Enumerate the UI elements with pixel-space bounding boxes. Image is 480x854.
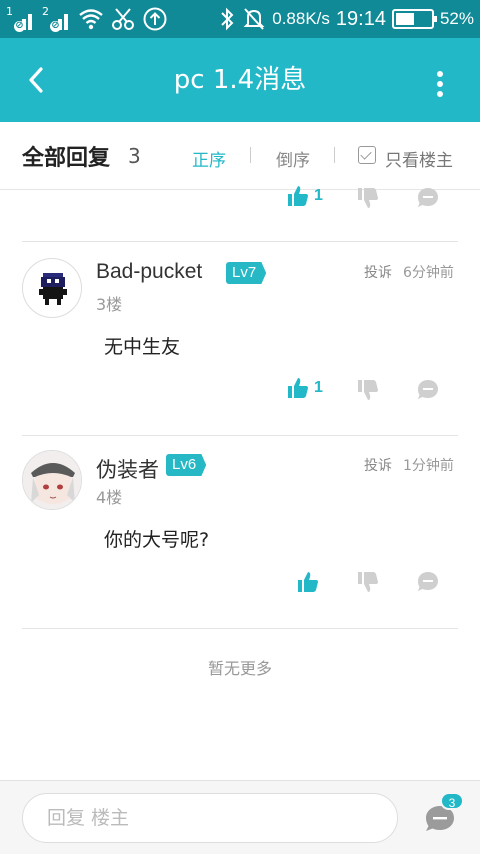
status-left-icons: 1 ⊘ 2 ⊘ [6,4,168,34]
comment-reactions: 1 [286,376,323,400]
page-title: pc 1.4消息 [173,65,307,95]
like-button[interactable]: 1 [286,376,323,400]
previous-comment-reactions: 1 [286,184,323,208]
chevron-left-icon [29,67,43,93]
thumbs-down-icon[interactable] [356,186,380,210]
thumbs-up-icon[interactable] [296,570,320,594]
comment-bubble-icon[interactable] [416,570,440,594]
bluetooth-icon [221,7,234,31]
all-replies-title: 全部回复 [22,146,111,171]
comment-bubble-icon[interactable] [416,186,440,210]
report-link[interactable]: 投诉 [364,455,392,475]
sim1-label: 1 [6,5,13,18]
comment-bubble-icon[interactable] [416,378,440,402]
status-right-icons: 0.88K/s 19:14 52% [218,4,474,34]
like-count: 1 [314,379,323,396]
avatar[interactable] [22,450,82,510]
battery-percent: 52% [439,9,474,28]
sim1-signal-icon: 1 ⊘ [6,6,36,32]
battery-icon [391,9,437,29]
thumbs-up-icon [288,378,308,398]
owner-only-label[interactable]: 只看楼主 [385,146,453,171]
thumbs-up-icon [288,186,308,206]
upload-circle-icon [143,7,167,31]
mute-bell-icon [243,8,265,30]
reply-count: 3 [128,144,141,168]
comment-text: 你的大号呢? [104,529,210,551]
like-count: 1 [314,187,323,204]
comment-divider [22,435,458,436]
divider [334,147,335,163]
floor-number: 4楼 [96,488,123,507]
scissors-icon [112,8,134,30]
status-bar: 1 ⊘ 2 ⊘ 0.88K/s 19:14 52% [0,0,480,38]
username[interactable]: 伪装者 [96,454,159,484]
sort-bar: 全部回复 3 正序 倒序 只看楼主 [0,122,480,190]
avatar[interactable] [22,258,82,318]
like-button[interactable]: 1 [286,184,323,208]
reply-bar: 回复 楼主 [0,780,480,854]
owner-only-checkbox[interactable] [358,146,376,164]
app-bar: pc 1.4消息 [0,38,480,122]
comment-divider [22,628,458,629]
pixel-character-avatar [39,273,67,305]
timestamp: 1分钟前 [403,458,454,474]
username[interactable]: Bad-pucket [96,260,202,284]
sort-descending-tab[interactable]: 倒序 [276,146,310,171]
thumbs-down-icon[interactable] [356,570,380,594]
thumbs-down-icon[interactable] [356,378,380,402]
comment-text: 无中生友 [104,336,181,358]
divider [250,147,251,163]
network-speed: 0.88K/s [272,9,330,28]
wifi-icon [79,9,103,30]
clock: 19:14 [335,7,386,30]
timestamp: 6分钟前 [403,265,454,281]
more-vertical-icon [437,71,443,97]
more-options-button[interactable] [422,66,458,102]
sim2-label: 2 [42,5,49,18]
back-button[interactable] [18,62,54,98]
sim2-signal-icon: 2 ⊘ [42,6,72,32]
reply-input[interactable]: 回复 楼主 [22,793,398,843]
level-badge: Lv6 [166,454,207,476]
comment-divider [22,241,458,242]
sort-ascending-tab[interactable]: 正序 [192,146,226,171]
floor-number: 3楼 [96,295,123,314]
comment-count-badge: 3 [440,792,464,810]
report-link[interactable]: 投诉 [364,262,392,282]
no-more-text: 暂无更多 [207,659,272,678]
anime-character-avatar [23,451,81,509]
level-badge: Lv7 [226,262,267,284]
